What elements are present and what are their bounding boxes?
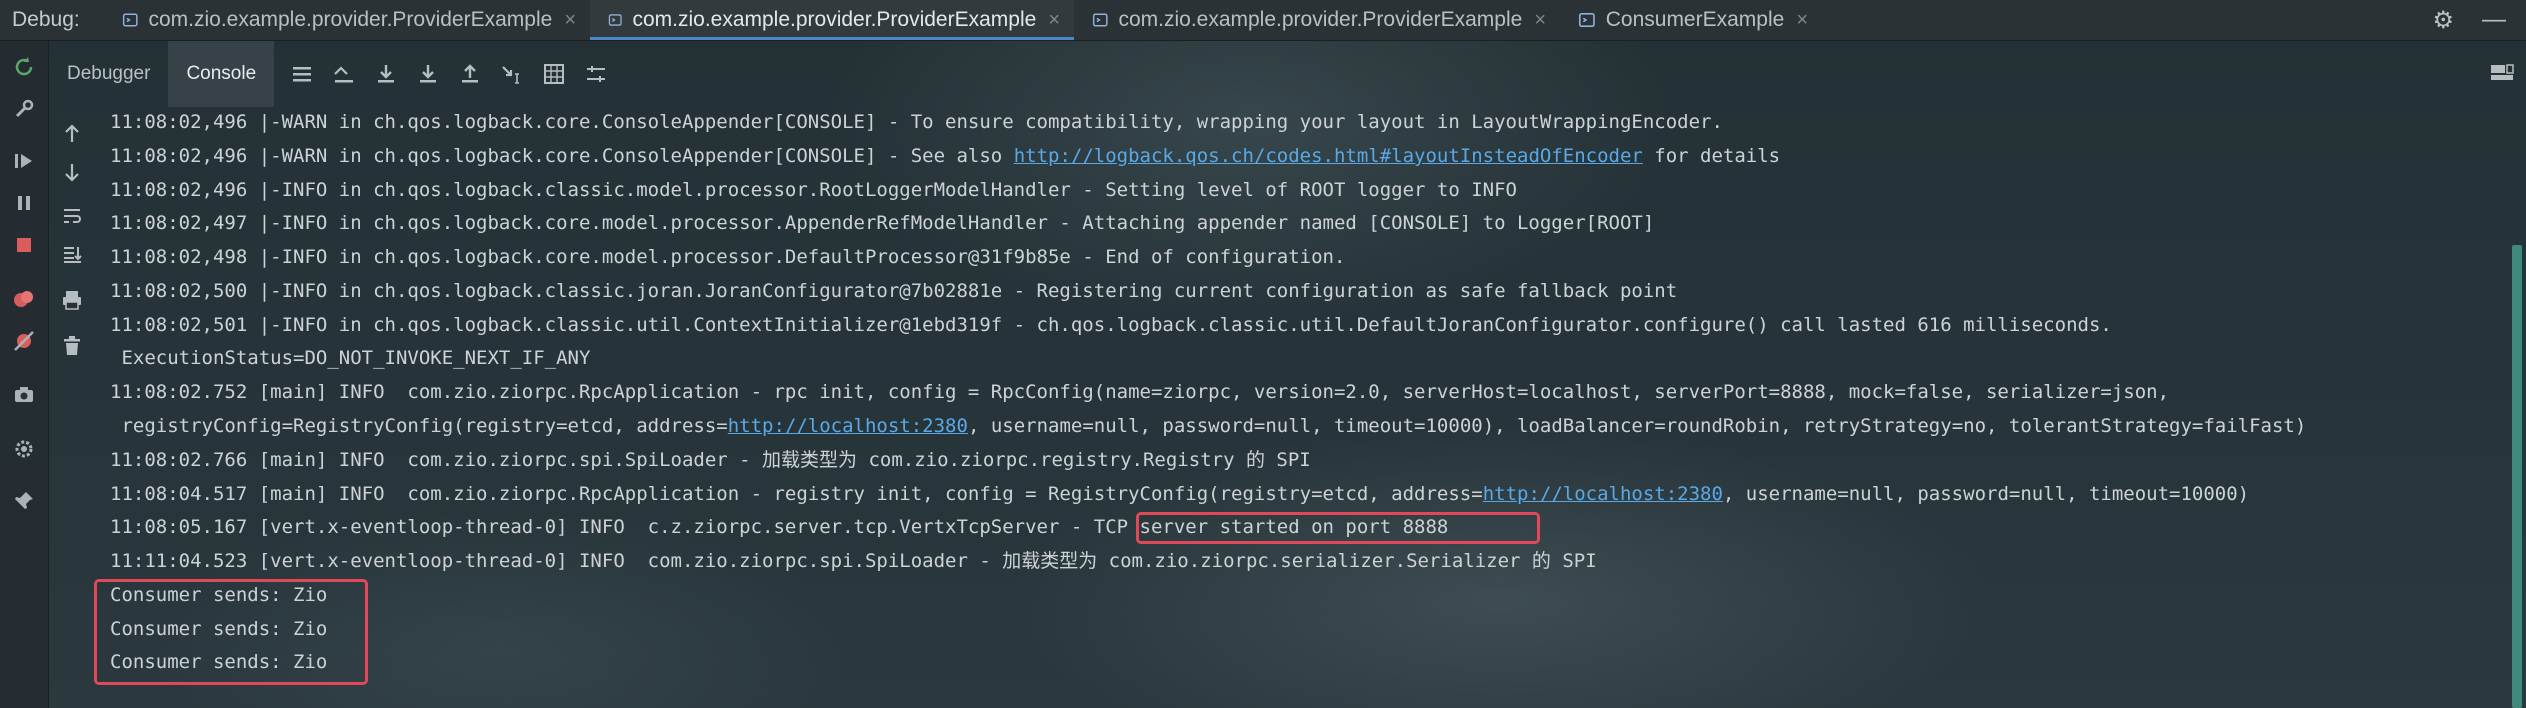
tab-label: com.zio.example.provider.ProviderExample [1118, 8, 1523, 31]
debug-label: Debug: [12, 8, 80, 31]
resume-icon[interactable] [8, 145, 40, 177]
tab-label: ConsumerExample [1605, 8, 1785, 31]
scroll-to-end-icon[interactable] [56, 238, 88, 270]
log-link[interactable]: http://logback.qos.ch/codes.html#layoutI… [1014, 145, 1643, 167]
layout-icon[interactable] [2488, 59, 2516, 92]
debug-left-toolbar [0, 41, 49, 708]
java-app-icon [608, 14, 622, 26]
log-line: 11:08:04.517 [main] INFO com.zio.ziorpc.… [110, 483, 2250, 505]
log-link[interactable]: http://localhost:2380 [728, 415, 968, 437]
mute-breakpoints-icon[interactable] [8, 325, 40, 357]
arrow-down-icon[interactable] [56, 156, 88, 188]
log-line: 11:08:02.752 [main] INFO com.zio.ziorpc.… [110, 381, 2170, 403]
step-over-icon[interactable] [372, 60, 400, 88]
tab-provider-example-3[interactable]: com.zio.example.provider.ProviderExample… [1074, 0, 1560, 40]
rerun-icon[interactable] [8, 51, 40, 83]
settings-gear-icon[interactable]: ⚙ [2432, 6, 2454, 35]
log-line: 11:08:02,496 |-WARN in ch.qos.logback.co… [110, 145, 1781, 167]
close-icon[interactable]: × [1796, 9, 1808, 32]
tab-label: com.zio.example.provider.ProviderExample [632, 8, 1037, 31]
log-line: 11:08:02,498 |-INFO in ch.qos.logback.co… [110, 246, 1346, 268]
close-icon[interactable]: × [1048, 9, 1060, 32]
arrow-up-icon[interactable] [56, 118, 88, 150]
trace-current-stream-icon[interactable] [582, 60, 610, 88]
trash-icon[interactable] [56, 330, 88, 362]
consumer-sends-highlight-box [94, 579, 368, 685]
evaluate-expression-icon[interactable] [540, 60, 568, 88]
log-line: 11:08:02,496 |-WARN in ch.qos.logback.co… [110, 111, 1723, 133]
run-to-cursor-icon[interactable] [498, 60, 526, 88]
tcp-started-highlight-box [1136, 512, 1540, 544]
log-link[interactable]: http://localhost:2380 [1483, 483, 1723, 505]
tab-label: com.zio.example.provider.ProviderExample [148, 8, 553, 31]
java-app-icon [122, 13, 138, 27]
java-app-icon [1578, 12, 1595, 28]
log-line: 11:08:02.766 [main] INFO com.zio.ziorpc.… [110, 449, 1311, 471]
log-line: 11:08:02,497 |-INFO in ch.qos.logback.co… [110, 212, 1655, 234]
wrench-icon[interactable] [8, 93, 40, 125]
debug-sub-toolbar: Debugger Console [49, 41, 2526, 107]
tab-provider-example-1[interactable]: com.zio.example.provider.ProviderExample… [104, 0, 590, 40]
tab-debugger[interactable]: Debugger [49, 41, 168, 107]
tab-consumer-example[interactable]: ConsumerExample × [1560, 0, 1822, 40]
menu-lines-icon[interactable] [288, 60, 316, 88]
close-icon[interactable]: × [1534, 9, 1546, 32]
minimize-icon[interactable]: — [2482, 6, 2506, 34]
stop-icon[interactable] [8, 229, 40, 261]
console-output: 11:08:02,496 |-WARN in ch.qos.logback.co… [94, 108, 2480, 708]
log-line: 11:08:02,496 |-INFO in ch.qos.logback.cl… [110, 179, 1517, 201]
log-line: registryConfig=RegistryConfig(registry=e… [110, 415, 2307, 437]
view-breakpoints-icon[interactable] [8, 283, 40, 315]
show-execution-point-icon[interactable] [330, 60, 358, 88]
log-line: 11:08:02,501 |-INFO in ch.qos.logback.cl… [110, 314, 2112, 336]
log-line: ExecutionStatus=DO_NOT_INVOKE_NEXT_IF_AN… [110, 347, 591, 369]
pin-icon[interactable] [8, 485, 40, 517]
settings-icon[interactable] [8, 433, 40, 465]
tab-provider-example-2[interactable]: com.zio.example.provider.ProviderExample… [590, 0, 1074, 40]
log-line: 11:11:04.523 [vert.x-eventloop-thread-0]… [110, 550, 1597, 572]
pause-icon[interactable] [8, 187, 40, 219]
java-app-icon [1092, 13, 1108, 27]
console-scrollbar[interactable] [2512, 245, 2522, 708]
print-icon[interactable] [56, 284, 88, 316]
console-tools [52, 108, 92, 708]
tab-console[interactable]: Console [168, 41, 275, 107]
close-icon[interactable]: × [564, 9, 576, 32]
camera-icon[interactable] [8, 379, 40, 411]
step-out-icon[interactable] [456, 60, 484, 88]
debug-tab-bar: Debug: com.zio.example.provider.Provider… [0, 0, 2526, 41]
soft-wrap-icon[interactable] [56, 200, 88, 232]
step-into-icon[interactable] [414, 60, 442, 88]
log-line: 11:08:02,500 |-INFO in ch.qos.logback.cl… [110, 280, 1678, 302]
